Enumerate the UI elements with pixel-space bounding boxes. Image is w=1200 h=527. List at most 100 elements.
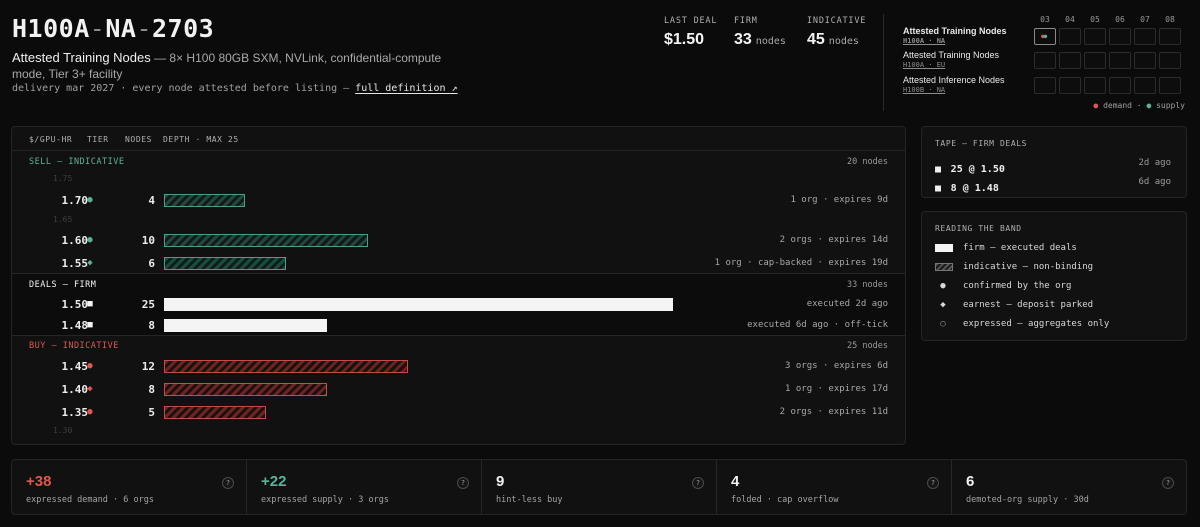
month-header: 07 [1140,15,1150,24]
grid-cell[interactable] [1084,28,1106,45]
row-note: executed 6d ago · off-tick [747,320,888,330]
product-name: Attested Training Nodes [12,50,151,65]
price: 1.48 [61,319,89,332]
month-header: 04 [1065,15,1075,24]
grid-cell[interactable] [1134,77,1156,94]
node-count: 6 [148,257,155,270]
grid-cell[interactable] [1109,77,1131,94]
deals-section-count: 33 nodes [847,280,888,290]
sell-row[interactable]: 1.60 ● 10 2 orgs · expires 14d [12,232,905,248]
tape-row[interactable]: ■ 25 @ 1.50 2d ago [935,157,1171,175]
row-note: 1 org · expires 9d [790,195,888,205]
diamond-icon: ◆ [940,300,946,310]
row-note: 1 org · cap-backed · expires 19d [714,258,888,268]
filled-circle-icon: ● [87,195,93,205]
help-icon[interactable]: ? [1162,477,1174,489]
help-icon[interactable]: ? [457,477,469,489]
sell-section-title: SELL — INDICATIVE [29,157,125,167]
metrics-strip: +38 expressed demand · 6 orgs ? +22 expres… [11,459,1187,515]
grid-cell[interactable] [1084,52,1106,69]
buy-row[interactable]: 1.45 ● 12 3 orgs · expires 6d [12,358,905,374]
depth-bar [164,406,266,419]
firm-swatch-icon [935,244,953,252]
grid-cell[interactable] [1109,28,1131,45]
row-note: 1 org · expires 17d [785,384,888,394]
node-count: 5 [148,406,155,419]
sell-section-count: 20 nodes [847,157,888,167]
grid-cell[interactable] [1059,52,1081,69]
help-icon[interactable]: ? [927,477,939,489]
node-count: 25 [141,298,155,311]
price: 1.60 [61,234,89,247]
help-icon[interactable]: ? [222,477,234,489]
hollow-circle-icon: ○ [940,319,946,329]
grid-cell[interactable] [1059,77,1081,94]
product-row-label[interactable]: Attested Training Nodes H100A · NA [903,26,1007,45]
row-note: 2 orgs · expires 11d [779,407,888,417]
price: 1.50 [61,298,89,311]
ghost-price: 1.30 [53,426,73,435]
tape-title: TAPE — FIRM DEALS [935,139,1028,148]
price: 1.35 [61,406,89,419]
grid-cell[interactable]: ●● [1034,28,1056,45]
row-note: 2 orgs · expires 14d [779,235,888,245]
month-header: 06 [1115,15,1125,24]
metric-expressed-demand: +38 expressed demand · 6 orgs ? [12,460,247,514]
grid-cell[interactable] [1109,52,1131,69]
depth-bar [164,298,673,311]
order-book: $/GPU-HR TIER NODES DEPTH · MAX 25 SELL … [11,126,906,445]
row-note: 3 orgs · expires 6d [785,361,888,371]
legend-title: READING THE BAND [935,224,1022,233]
sell-row[interactable]: 1.70 ● 4 1 org · expires 9d [12,192,905,208]
price: 1.70 [61,194,89,207]
tape-row[interactable]: ■ 8 @ 1.48 6d ago [935,176,1171,194]
depth-bar [164,319,327,332]
deals-section-title: DEALS — FIRM [29,280,97,290]
grid-cell[interactable] [1059,28,1081,45]
stat-indicative: INDICATIVE 45 nodes [807,16,867,48]
buy-section-title: BUY — INDICATIVE [29,341,119,351]
metric-demoted-supply: 6 demoted-org supply · 30d ? [952,460,1186,514]
grid-cell[interactable] [1159,77,1181,94]
sell-row[interactable]: 1.55 ◆ 6 1 org · cap-backed · expires 19d [12,255,905,271]
depth-bar [164,194,245,207]
legend-panel: READING THE BAND firm — executed deals i… [921,211,1187,341]
grid-cell[interactable] [1034,77,1056,94]
help-icon[interactable]: ? [692,477,704,489]
header-divider [883,14,884,111]
square-icon: ■ [87,320,93,330]
grid-cell[interactable] [1159,28,1181,45]
stat-firm: FIRM 33 nodes [734,16,786,48]
grid-cell[interactable] [1134,52,1156,69]
node-count: 8 [148,319,155,332]
metric-hintless-buy: 9 hint-less buy ? [482,460,717,514]
row-note: executed 2d ago [806,299,888,309]
ghost-price: 1.65 [53,215,73,224]
buy-row[interactable]: 1.40 ◆ 8 1 org · expires 17d [12,381,905,397]
depth-bar [164,234,368,247]
filled-circle-icon: ● [87,235,93,245]
node-count: 12 [141,360,155,373]
tape-panel: TAPE — FIRM DEALS ■ 25 @ 1.50 2d ago ■ 8… [921,126,1187,198]
depth-bar [164,257,286,270]
product-row-label[interactable]: Attested Training Nodes H100A · EU [903,50,999,69]
grid-cell[interactable] [1134,28,1156,45]
deal-row[interactable]: 1.50 ■ 25 executed 2d ago [12,296,905,312]
grid-cell[interactable] [1084,77,1106,94]
grid-cell[interactable] [1034,52,1056,69]
price: 1.40 [61,383,89,396]
depth-bar [164,383,327,396]
grid-cell[interactable] [1159,52,1181,69]
page-title: H100A-NA-2703 [12,14,215,43]
month-header: 03 [1040,15,1050,24]
indicative-swatch-icon [935,263,953,271]
buy-row[interactable]: 1.35 ● 5 2 orgs · expires 11d [12,404,905,420]
book-header: $/GPU-HR TIER NODES DEPTH · MAX 25 [12,127,905,151]
product-row-label[interactable]: Attested Inference Nodes H100B · NA [903,75,1005,94]
full-definition-link[interactable]: full definition ↗ [355,83,457,94]
filled-circle-icon: ● [940,281,946,291]
buy-section-count: 25 nodes [847,341,888,351]
deal-row[interactable]: 1.48 ■ 8 executed 6d ago · off-tick [12,317,905,333]
metric-expressed-supply: +22 expressed supply · 3 orgs ? [247,460,482,514]
node-count: 10 [141,234,155,247]
